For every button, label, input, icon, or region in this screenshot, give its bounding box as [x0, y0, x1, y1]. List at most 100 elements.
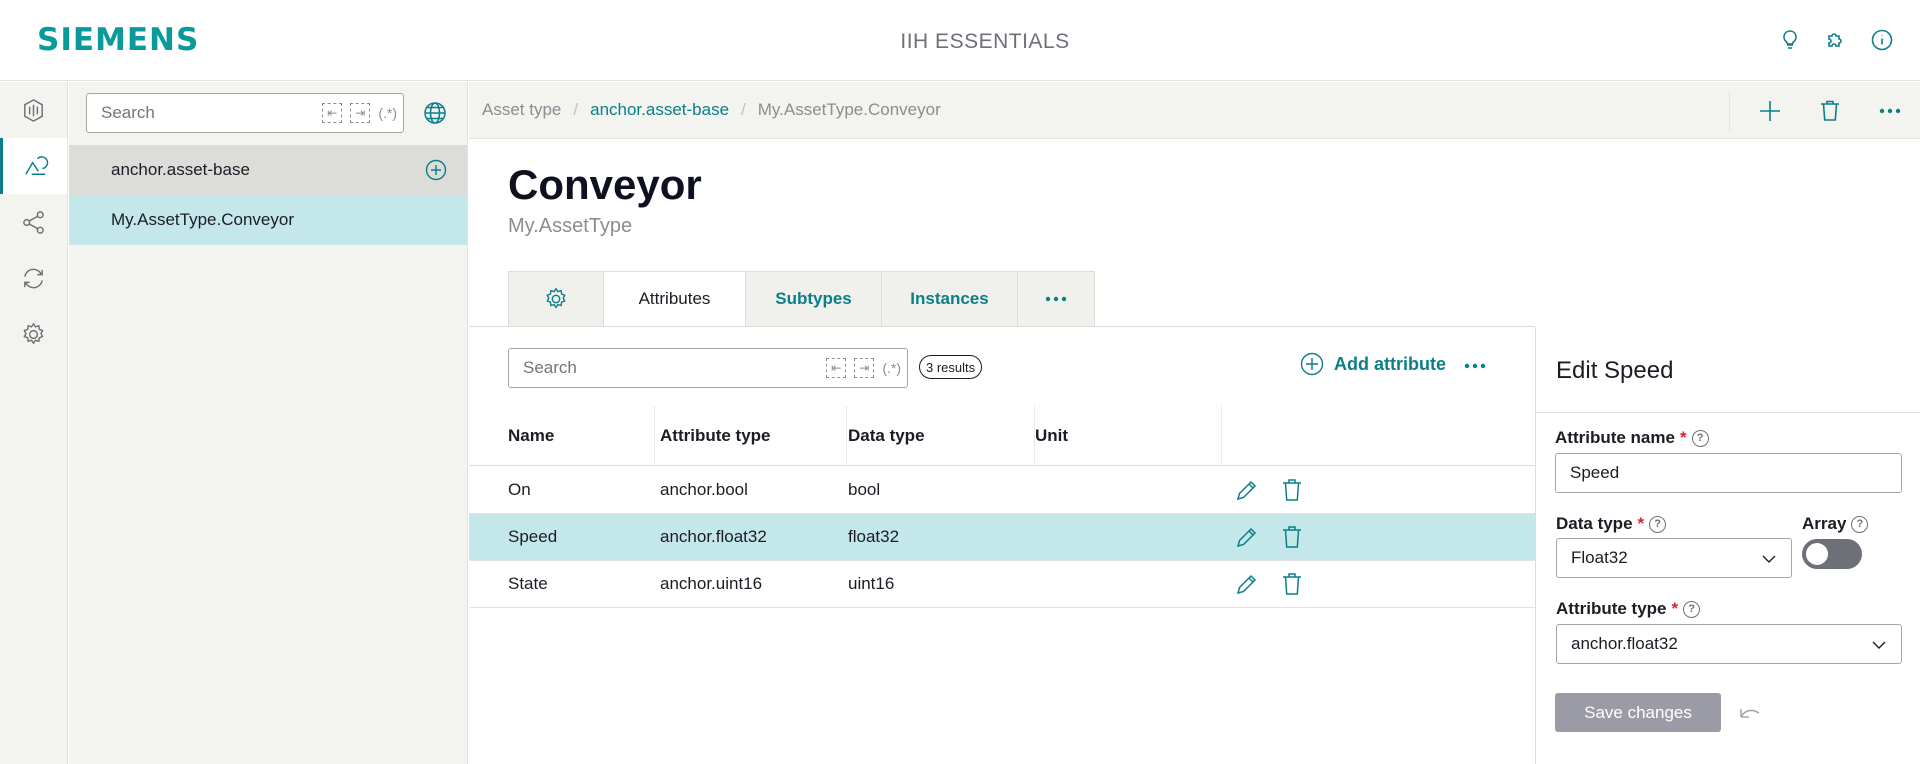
undo-icon[interactable] — [1736, 701, 1764, 725]
tab-attributes[interactable]: Attributes — [603, 271, 746, 327]
divider — [1729, 90, 1730, 131]
label-text: Attribute name — [1555, 428, 1675, 447]
data-type-select[interactable]: Float32 — [1556, 538, 1792, 578]
asset-model-icon[interactable] — [0, 138, 67, 194]
breadcrumb-bar: Asset type / anchor.asset-base / My.Asse… — [469, 82, 1920, 139]
chevron-down-icon — [1872, 641, 1886, 649]
delete-button[interactable] — [1800, 82, 1860, 139]
tab-subtypes[interactable]: Subtypes — [745, 271, 882, 327]
add-attribute-button[interactable]: Add attribute — [1300, 352, 1446, 376]
plus-icon — [1760, 100, 1780, 121]
attribute-name-field[interactable]: Speed — [1555, 453, 1902, 493]
table-more-icon[interactable] — [1462, 356, 1488, 376]
trash-icon[interactable] — [1278, 476, 1306, 504]
column-header-name[interactable]: Name — [508, 406, 655, 466]
help-icon[interactable]: ? — [1649, 515, 1667, 533]
label-text: Data type — [1556, 514, 1633, 533]
tab-settings[interactable] — [508, 271, 604, 327]
cell-attribute-type: anchor.uint16 — [660, 574, 763, 593]
collapse-left-icon[interactable]: ⇤ — [322, 103, 343, 123]
regex-icon[interactable]: (.*) — [882, 360, 901, 376]
save-changes-button[interactable]: Save changes — [1555, 693, 1721, 732]
table-row[interactable]: On anchor.bool bool — [469, 467, 1535, 514]
edit-panel-title: Edit Speed — [1556, 357, 1674, 384]
attribute-type-label: Attribute type * ? — [1556, 599, 1701, 619]
regex-icon[interactable]: (.*) — [378, 105, 397, 121]
cell-attribute-type: anchor.bool — [660, 480, 748, 499]
column-header-attribute-type[interactable]: Attribute type — [660, 406, 847, 466]
label-text: Attribute type — [1556, 599, 1667, 618]
results-badge: 3 results — [919, 355, 983, 379]
data-type-value: Float32 — [1571, 548, 1628, 567]
add-circle-icon — [1300, 352, 1324, 376]
search-tools: ⇤ ⇥ (.*) — [322, 103, 397, 123]
collapse-left-icon[interactable]: ⇤ — [826, 358, 847, 378]
add-attribute-label: Add attribute — [1334, 353, 1446, 374]
attribute-search-input[interactable] — [523, 358, 803, 378]
search-tools: ⇤ ⇥ (.*) — [826, 358, 901, 378]
tree-item-anchor-asset-base[interactable]: anchor.asset-base — [69, 145, 467, 195]
cell-data-type: bool — [848, 480, 881, 499]
help-icon[interactable]: ? — [1851, 515, 1869, 533]
info-icon[interactable] — [1870, 26, 1894, 54]
table-row[interactable]: Speed anchor.float32 float32 — [469, 514, 1535, 561]
lightbulb-icon[interactable] — [1778, 26, 1802, 54]
cell-attribute-type: anchor.float32 — [660, 527, 767, 546]
attribute-name-value: Speed — [1570, 463, 1620, 482]
tree-search-input[interactable] — [101, 103, 301, 123]
breadcrumb-actions — [1729, 82, 1920, 139]
edit-icon[interactable] — [1233, 476, 1261, 504]
expand-right-icon[interactable]: ⇥ — [350, 103, 371, 123]
breadcrumb: Asset type / anchor.asset-base / My.Asse… — [482, 100, 941, 120]
tab-more[interactable] — [1017, 271, 1095, 327]
array-label: Array ? — [1802, 514, 1869, 534]
help-icon[interactable]: ? — [1691, 429, 1709, 447]
more-actions-button[interactable] — [1860, 82, 1920, 139]
globe-icon[interactable] — [422, 100, 448, 126]
table-header: Name Attribute type Data type Unit — [469, 406, 1535, 466]
trash-icon[interactable] — [1278, 570, 1306, 598]
breadcrumb-asset-type[interactable]: Asset type — [482, 100, 561, 120]
edit-icon[interactable] — [1233, 570, 1261, 598]
cell-name: Speed — [508, 527, 558, 546]
divider — [1536, 412, 1920, 413]
attribute-type-select[interactable]: anchor.float32 — [1556, 624, 1902, 664]
cell-name: On — [508, 480, 531, 499]
array-toggle[interactable] — [1802, 539, 1862, 569]
tree-search-box[interactable]: ⇤ ⇥ (.*) — [86, 93, 404, 133]
connections-icon[interactable] — [0, 194, 67, 250]
attribute-search-box[interactable]: ⇤ ⇥ (.*) — [508, 348, 908, 388]
edit-icon[interactable] — [1233, 523, 1261, 551]
table-row[interactable]: State anchor.uint16 uint16 — [469, 561, 1535, 608]
tab-instances[interactable]: Instances — [881, 271, 1018, 327]
breadcrumb-anchor-asset-base[interactable]: anchor.asset-base — [590, 100, 729, 120]
column-header-unit[interactable]: Unit — [1035, 406, 1222, 466]
cell-data-type: float32 — [848, 527, 900, 546]
more-icon — [1879, 108, 1901, 113]
tree-item-conveyor[interactable]: My.AssetType.Conveyor — [69, 195, 467, 245]
expand-right-icon[interactable]: ⇥ — [854, 358, 875, 378]
puzzle-icon[interactable] — [1824, 26, 1848, 54]
attribute-name-label: Attribute name * ? — [1555, 428, 1709, 448]
asset-type-tree: ⇤ ⇥ (.*) anchor.asset-base My.AssetType.… — [69, 82, 468, 764]
trash-icon[interactable] — [1278, 523, 1306, 551]
label-text: Array — [1802, 514, 1847, 533]
breadcrumb-separator: / — [573, 100, 579, 119]
header-actions — [1778, 26, 1894, 54]
add-button[interactable] — [1740, 82, 1800, 139]
add-child-icon[interactable] — [425, 159, 447, 181]
help-icon[interactable]: ? — [1683, 600, 1701, 618]
gear-icon — [546, 287, 566, 309]
attribute-type-value: anchor.float32 — [1571, 634, 1678, 653]
column-header-data-type[interactable]: Data type — [848, 406, 1035, 466]
app-header: SIEMENS IIH ESSENTIALS — [0, 0, 1920, 81]
dashboard-icon[interactable] — [0, 82, 67, 138]
edit-attribute-panel: Edit Speed Attribute name * ? Speed Data… — [1535, 327, 1920, 764]
settings-icon[interactable] — [0, 306, 67, 362]
breadcrumb-separator: / — [741, 100, 746, 119]
tree-item-label: My.AssetType.Conveyor — [111, 210, 294, 229]
chevron-down-icon — [1762, 555, 1776, 563]
toggle-knob — [1806, 543, 1828, 565]
sync-icon[interactable] — [0, 250, 67, 306]
required-marker: * — [1671, 599, 1679, 618]
